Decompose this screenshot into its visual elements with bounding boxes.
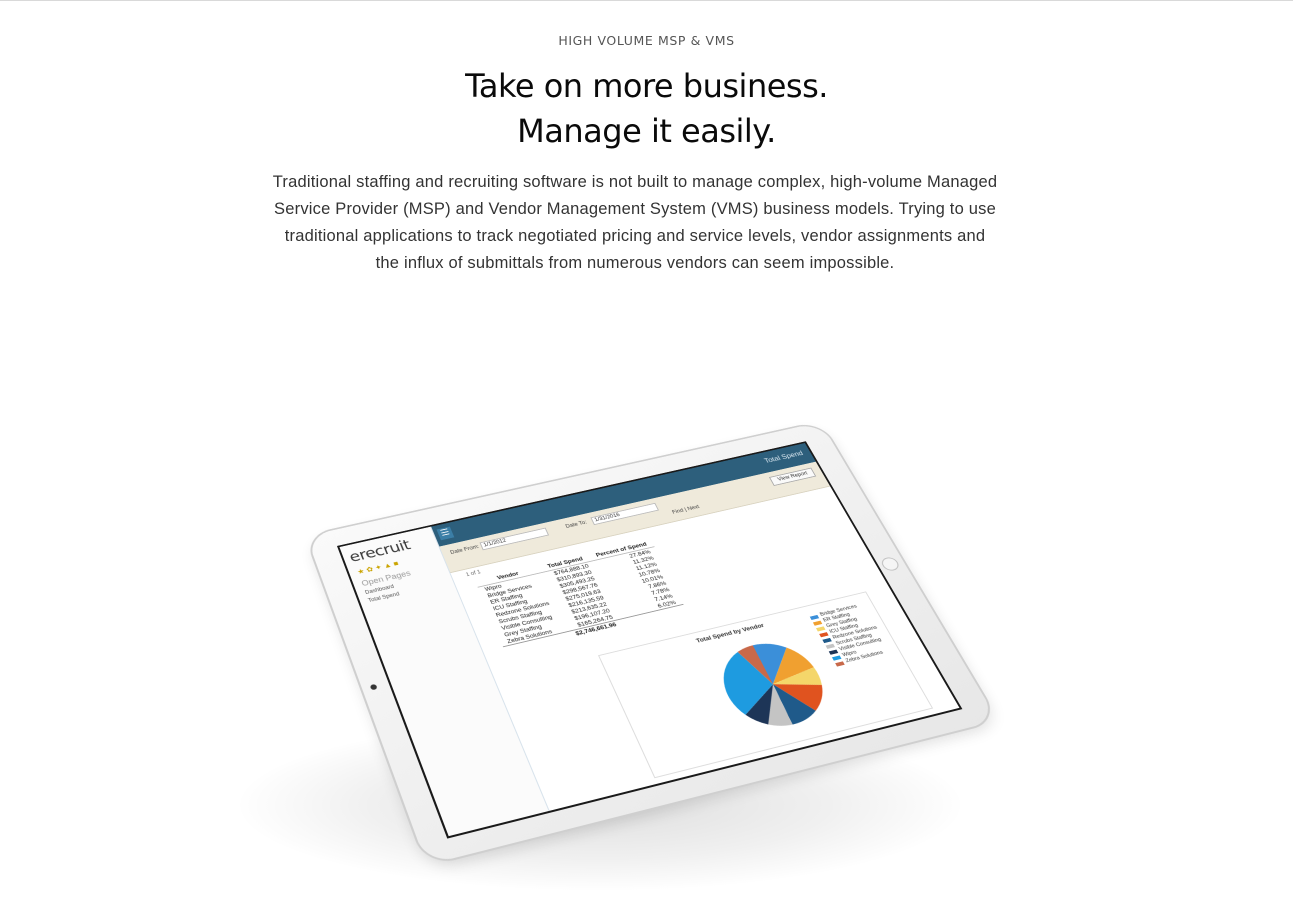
section-headline: Take on more business. Manage it easily. [0,64,1293,154]
table-body: Wipro $764,888.10 27.84% Bridge Services $31… [478,547,687,654]
section-body: Traditional staffing and recruiting soft… [272,173,998,272]
pie-chart [709,638,834,730]
chart-title: Total Spend by Vendor [695,622,766,645]
section-eyebrow: HIGH VOLUME MSP & VMS [558,33,735,48]
headline-line-2: Manage it easily. [517,112,776,150]
screen-title: Total Spend [763,449,805,465]
app-logo: erecruit [347,537,413,567]
find-next-label: Find | Next [671,504,701,516]
legend-swatch [834,660,845,667]
view-report-button: View Report [769,467,817,486]
menu-icon: ☰ [436,526,455,541]
date-from-label: Date From: [449,544,481,556]
report-pager: 1 of 1 [465,569,482,578]
headline-line-1: Take on more business. [465,67,828,105]
chart-legend: Bridge Services ER Staffing Grey Staffing I… [809,602,892,667]
date-to-label: Date To: [564,520,588,530]
tablet-illustration: erecruit ★ ✿ ✦ ▲ ■ Open Pages Dashboard … [0,300,1293,915]
top-divider [0,0,1293,1]
